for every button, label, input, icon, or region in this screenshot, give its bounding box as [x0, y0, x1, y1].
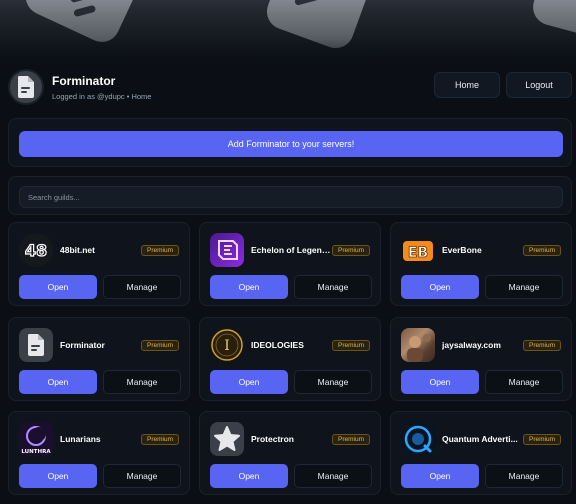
manage-button[interactable]: Manage: [485, 370, 563, 394]
svg-text:EB: EB: [408, 245, 428, 261]
open-button[interactable]: Open: [19, 370, 97, 394]
manage-button[interactable]: Manage: [294, 370, 372, 394]
premium-badge: Premium: [522, 434, 561, 445]
document-icon: [19, 328, 53, 362]
photo-avatar-icon: [401, 328, 435, 362]
add-to-servers-button[interactable]: Add Forminator to your servers!: [19, 131, 563, 157]
manage-button[interactable]: Manage: [103, 370, 181, 394]
guild-card: Echelon of Legends Premium Open Manage: [199, 222, 381, 306]
ideologies-logo-icon: I: [210, 328, 244, 362]
document-icon: [18, 76, 34, 98]
guild-card: I IDEOLOGIES Premium Open Manage: [199, 317, 381, 401]
premium-badge: Premium: [331, 434, 370, 445]
guild-card: 48 48bit.net Premium Open Manage: [8, 222, 190, 306]
guild-name: IDEOLOGIES: [251, 340, 304, 350]
premium-badge: Premium: [331, 245, 370, 256]
manage-button[interactable]: Manage: [294, 275, 372, 299]
manage-button[interactable]: Manage: [485, 464, 563, 488]
premium-badge: Premium: [140, 340, 179, 351]
app-header: Forminator Logged in as @ydupc • Home Ho…: [0, 64, 576, 110]
open-button[interactable]: Open: [19, 275, 97, 299]
guild-card: Quantum Adverti... Premium Open Manage: [390, 411, 572, 495]
open-button[interactable]: Open: [401, 370, 479, 394]
add-bot-panel: Add Forminator to your servers!: [8, 118, 572, 167]
svg-text:48: 48: [25, 241, 47, 260]
premium-badge: Premium: [331, 340, 370, 351]
header-banner: [0, 0, 576, 70]
logout-button[interactable]: Logout: [506, 72, 572, 98]
guild-name: Protectron: [251, 434, 294, 444]
lunthra-logo-icon: LUNTHRA: [19, 422, 53, 456]
premium-badge: Premium: [140, 245, 179, 256]
manage-button[interactable]: Manage: [485, 275, 563, 299]
guild-card: EB EverBone Premium Open Manage: [390, 222, 572, 306]
open-button[interactable]: Open: [19, 464, 97, 488]
eb-logo-icon: EB: [401, 233, 435, 267]
open-button[interactable]: Open: [210, 370, 288, 394]
premium-badge: Premium: [522, 340, 561, 351]
login-status: Logged in as @ydupc • Home: [52, 92, 152, 101]
48-icon: 48: [19, 233, 53, 267]
guild-name: Quantum Adverti...: [442, 434, 518, 444]
guild-name: Lunarians: [60, 434, 101, 444]
echelon-logo-icon: [210, 233, 244, 267]
search-panel: [8, 176, 572, 215]
open-button[interactable]: Open: [401, 275, 479, 299]
guild-name: EverBone: [442, 245, 482, 255]
guild-name: Forminator: [60, 340, 105, 350]
manage-button[interactable]: Manage: [103, 464, 181, 488]
home-button[interactable]: Home: [434, 72, 500, 98]
premium-badge: Premium: [140, 434, 179, 445]
guild-name: Echelon of Legends: [251, 245, 331, 255]
svg-text:I: I: [224, 338, 230, 354]
manage-button[interactable]: Manage: [294, 464, 372, 488]
search-input[interactable]: [19, 186, 563, 208]
open-button[interactable]: Open: [210, 275, 288, 299]
guild-card: LUNTHRA Lunarians Premium Open Manage: [8, 411, 190, 495]
open-button[interactable]: Open: [401, 464, 479, 488]
premium-badge: Premium: [522, 245, 561, 256]
lunthra-logo-text: LUNTHRA: [21, 449, 51, 455]
guild-card: jaysalway.com Premium Open Manage: [390, 317, 572, 401]
guild-card: Protectron Premium Open Manage: [199, 411, 381, 495]
quantum-logo-icon: [401, 422, 435, 456]
manage-button[interactable]: Manage: [103, 275, 181, 299]
open-button[interactable]: Open: [210, 464, 288, 488]
banner-fade: [0, 0, 576, 70]
guild-name: 48bit.net: [60, 245, 95, 255]
app-avatar: [8, 69, 44, 105]
guild-card: Forminator Premium Open Manage: [8, 317, 190, 401]
guild-name: jaysalway.com: [442, 340, 501, 350]
app-title: Forminator: [52, 74, 116, 88]
star-icon: [210, 422, 244, 456]
